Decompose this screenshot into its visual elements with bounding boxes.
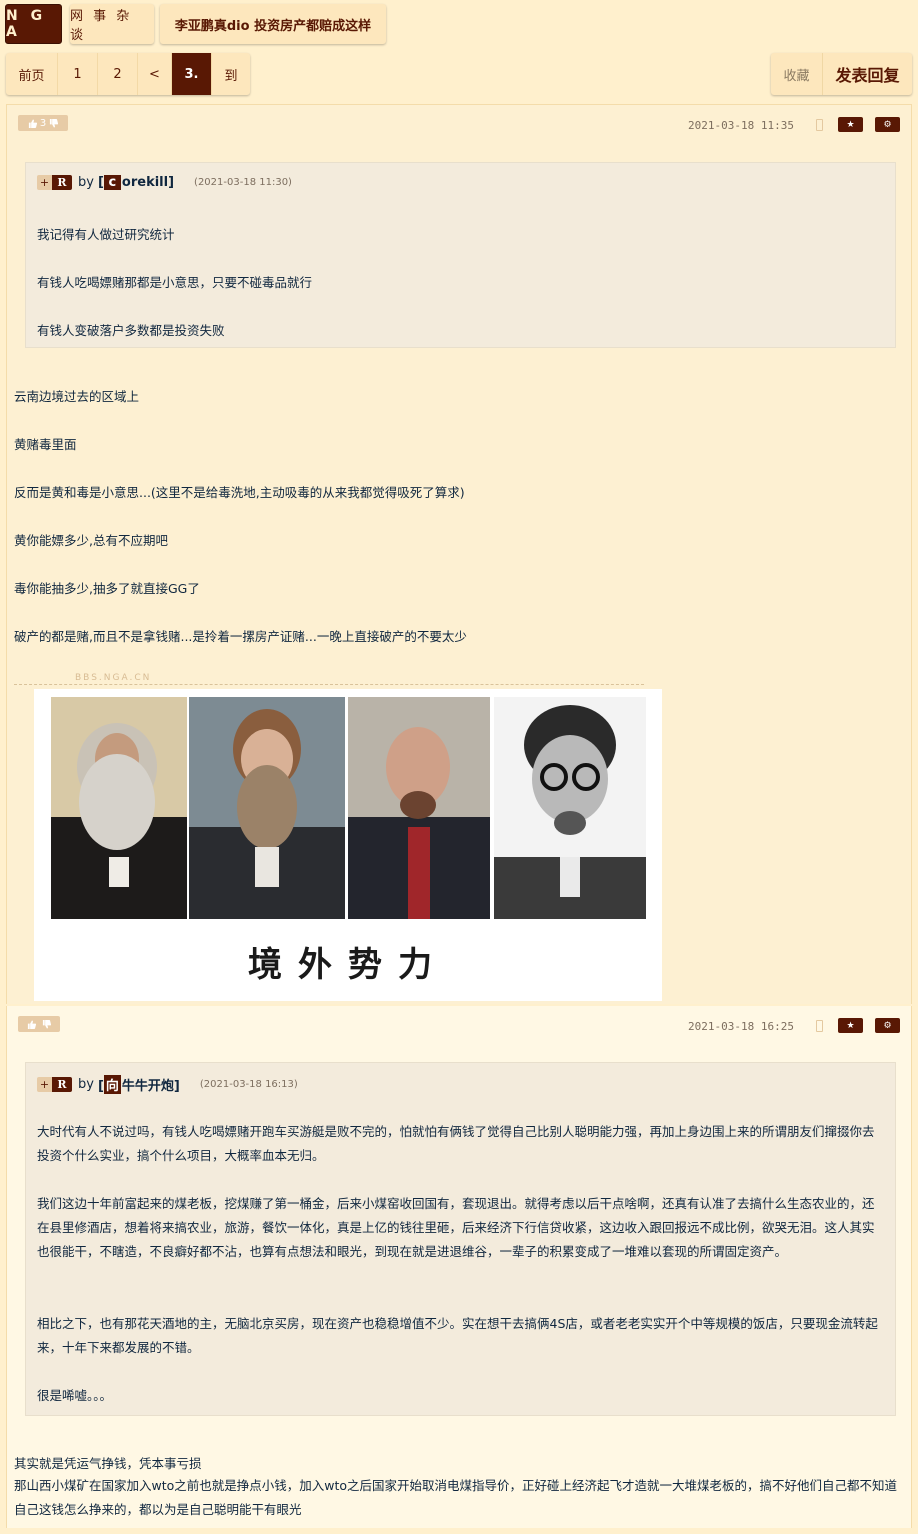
post-1: 3 2021-03-18 11:35 ★ ⚙ + R by [c orekill]… (6, 104, 912, 1004)
post-body-line: 黄赌毒里面 (14, 437, 77, 452)
vote-widget[interactable]: 3 (18, 115, 68, 131)
avatar: 向 (103, 1075, 121, 1094)
vote-widget[interactable] (18, 1016, 60, 1032)
quote-reply-badge[interactable]: + R (37, 1077, 72, 1092)
divider (14, 684, 644, 685)
nga-logo[interactable]: N G A (5, 4, 62, 44)
mobile-client-icon (816, 119, 823, 131)
post-timestamp: 2021-03-18 16:25 (688, 1020, 794, 1033)
post-body-line: 其实就是凭运气挣钱，凭本事亏损 (14, 1456, 202, 1471)
quote-paragraph: 很是唏嘘。。。 (37, 1388, 113, 1403)
quote-paragraph: 相比之下，也有那花天酒地的主，无脑北京买房，现在资产也稳稳增值不少。实在想干去搞… (37, 1316, 878, 1355)
mobile-client-icon (816, 1020, 823, 1032)
post-header: 2021-03-18 16:25 ★ ⚙ (7, 1006, 911, 1046)
gear-icon[interactable]: ⚙ (875, 117, 900, 132)
thumb-down-icon[interactable] (42, 1019, 51, 1029)
quote-paragraph: 大时代有人不说过吗，有钱人吃喝嫖赌开跑车买游艇是败不完的，怕就怕有俩钱了觉得自己… (37, 1124, 875, 1163)
quote-line: 有钱人变破落户多数都是投资失败 (37, 323, 225, 338)
pagination: 前页 1 2 < 3. 到 (6, 53, 250, 95)
quote-line: 有钱人吃喝嫖赌那都是小意思，只要不碰毒品就行 (37, 275, 313, 290)
portrait-3 (348, 697, 490, 919)
thumb-down-icon[interactable] (49, 118, 59, 128)
quote-reply-badge[interactable]: + R (37, 175, 72, 190)
gear-icon[interactable]: ⚙ (875, 1018, 900, 1033)
post-body-line: 那山西小煤矿在国家加入wto之前也就是挣点小钱，加入wto之后国家开始取消电煤指… (14, 1478, 898, 1517)
vote-count: 3 (39, 117, 47, 129)
top-bar: N G A 网 事 杂 谈 李亚鹏真dio 投资房产都赔成这样 (0, 0, 918, 48)
quote-attribution: + R by [c orekill] (2021-03-18 11:30) (37, 175, 292, 190)
quote-by-label: by (78, 1077, 94, 1092)
quote-username[interactable]: [向牛牛开炮] (98, 1075, 180, 1094)
post-body-line: 黄你能嫖多少,总有不应期吧 (14, 533, 168, 548)
quote-by-label: by (78, 175, 94, 190)
star-icon[interactable]: ★ (838, 117, 863, 132)
quote-timestamp: (2021-03-18 11:30) (194, 177, 292, 188)
page-prev-button[interactable]: < (138, 53, 172, 95)
post-header: 3 2021-03-18 11:35 ★ ⚙ (7, 105, 911, 145)
favorite-button[interactable]: 收藏 (771, 53, 823, 95)
avatar: c (103, 175, 121, 190)
post-timestamp: 2021-03-18 11:35 (688, 119, 794, 132)
quote-block: + R by [c orekill] (2021-03-18 11:30) 我记得… (25, 162, 896, 348)
page-first-button[interactable]: 前页 (6, 53, 58, 95)
thread-actions: 收藏 发表回复 (771, 53, 912, 95)
portrait-4 (494, 697, 646, 919)
reply-button[interactable]: 发表回复 (823, 53, 912, 95)
star-icon[interactable]: ★ (838, 1018, 863, 1033)
page-goto-button[interactable]: 到 (212, 53, 250, 95)
page-1-button[interactable]: 1 (58, 53, 98, 95)
page-2-button[interactable]: 2 (98, 53, 138, 95)
image-watermark: BBS.NGA.CN (75, 673, 152, 683)
post-body-line: 破产的都是赌,而且不是拿钱赌...是拎着一摞房产证赌...一晚上直接破产的不要太… (14, 629, 467, 644)
page-current: 3. (172, 53, 212, 95)
portrait-2 (189, 697, 345, 919)
thumb-up-icon[interactable] (27, 1019, 36, 1029)
quote-timestamp: (2021-03-18 16:13) (199, 1079, 298, 1090)
quote-line: 我记得有人做过研究统计 (37, 227, 175, 242)
quote-username[interactable]: [c orekill] (98, 175, 174, 190)
quote-paragraph: 我们这边十年前富起来的煤老板，挖煤赚了第一桶金，后来小煤窑收回国有，套现退出。就… (37, 1196, 875, 1259)
thumb-up-icon[interactable] (28, 118, 37, 128)
breadcrumb-forum[interactable]: 网 事 杂 谈 (70, 4, 154, 44)
breadcrumb-thread-title[interactable]: 李亚鹏真dio 投资房产都赔成这样 (160, 4, 386, 44)
post-2: 2021-03-18 16:25 ★ ⚙ + R by [向牛牛开炮] (202… (6, 1006, 912, 1528)
image-caption: 境外势力 (248, 945, 448, 985)
post-image[interactable]: 境外势力 (34, 689, 662, 1001)
quote-block: + R by [向牛牛开炮] (2021-03-18 16:13) 大时代有人不… (25, 1062, 896, 1416)
portrait-1 (51, 697, 187, 919)
post-body-line: 毒你能抽多少,抽多了就直接GG了 (14, 581, 200, 596)
quote-attribution: + R by [向牛牛开炮] (2021-03-18 16:13) (37, 1075, 298, 1094)
post-body-line: 反而是黄和毒是小意思...(这里不是给毒洗地,主动吸毒的从来我都觉得吸死了算求) (14, 485, 465, 500)
post-body-line: 云南边境过去的区域上 (14, 389, 140, 404)
